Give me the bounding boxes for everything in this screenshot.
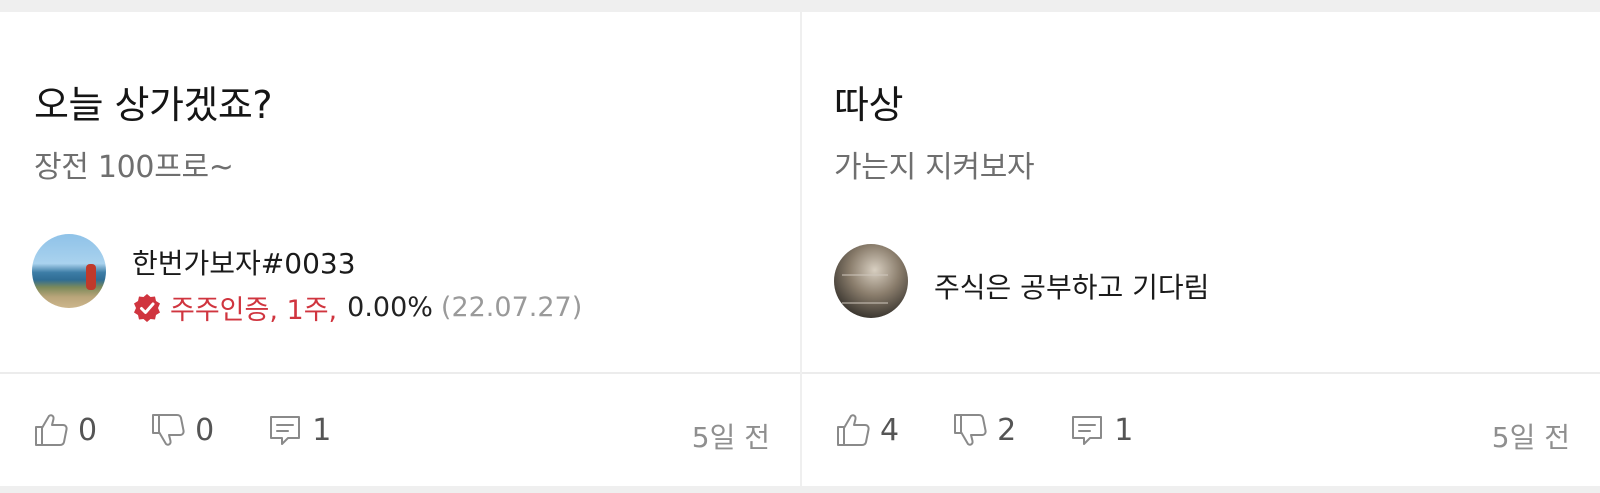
post-body[interactable]: 장전 100프로~ — [34, 142, 234, 186]
author-name[interactable]: 한번가보자#0033 — [132, 242, 356, 282]
post-time: 5일 전 — [1491, 421, 1570, 454]
shareholder-badge-text: 주주인증, 1주, — [170, 295, 338, 326]
post-card[interactable]: 따상 가는지 지켜보자 주식은 공부하고 기다림 4 2 1 5일 전 — [802, 12, 1600, 486]
post-card[interactable]: 오늘 상가겠죠? 장전 100프로~ 한번가보자#0033 주주인증, 1주, … — [0, 12, 800, 486]
verified-date: (22.07.27) — [440, 292, 583, 323]
like-count: 0 — [78, 412, 98, 448]
dislike-button[interactable]: 0 — [149, 411, 214, 449]
avatar[interactable] — [32, 234, 106, 308]
avatar[interactable] — [834, 244, 908, 318]
thumbs-up-icon — [837, 414, 870, 446]
dislike-count: 2 — [997, 412, 1017, 448]
dislike-count: 0 — [195, 412, 215, 448]
post-actions: 0 0 1 — [32, 408, 383, 452]
divider — [802, 372, 1600, 374]
post-body[interactable]: 가는지 지켜보자 — [834, 142, 1035, 186]
comment-icon — [1072, 416, 1103, 445]
thumbs-down-icon — [954, 414, 987, 446]
holding-ratio: 0.00% — [347, 292, 433, 323]
like-count: 4 — [880, 412, 900, 448]
comment-button[interactable]: 1 — [266, 411, 331, 449]
post-time: 5일 전 — [691, 421, 770, 454]
post-title[interactable]: 따상 — [834, 74, 903, 129]
verified-badge-icon — [134, 293, 160, 322]
comment-count: 1 — [1114, 412, 1134, 448]
author-meta: 주주인증, 1주, 0.00% (22.07.27) — [132, 288, 582, 327]
like-button[interactable]: 4 — [834, 411, 899, 449]
comment-icon — [270, 416, 301, 445]
like-button[interactable]: 0 — [32, 411, 97, 449]
comment-count: 1 — [312, 412, 332, 448]
comment-button[interactable]: 1 — [1068, 411, 1133, 449]
thumbs-up-icon — [35, 414, 68, 446]
dislike-button[interactable]: 2 — [951, 411, 1016, 449]
thumbs-down-icon — [152, 414, 185, 446]
post-title[interactable]: 오늘 상가겠죠? — [34, 74, 273, 129]
author-name[interactable]: 주식은 공부하고 기다림 — [934, 266, 1209, 306]
divider — [0, 372, 800, 374]
post-actions: 4 2 1 — [834, 408, 1185, 452]
